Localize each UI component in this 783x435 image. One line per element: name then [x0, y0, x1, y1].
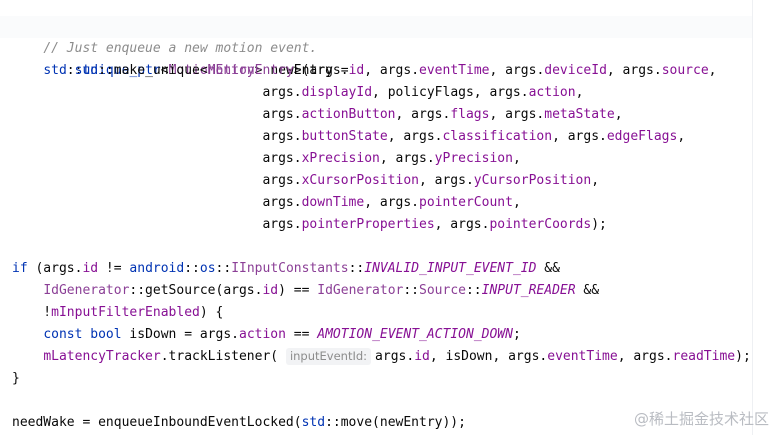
token: action [528, 85, 576, 100]
token: yPrecision [434, 151, 513, 166]
parameter-hint: inputEventId: [285, 348, 372, 365]
token: xPrecision [301, 151, 380, 166]
token: bool [90, 327, 122, 342]
code-editor[interactable]: // Just enqueue a new motion event. std:… [0, 0, 783, 435]
code-line-2: std::unique_ptr<MotionEntry> newEntry = [12, 38, 348, 78]
token: downTime [301, 195, 365, 210]
token: yCursorPosition [473, 173, 592, 188]
token: std [301, 415, 326, 430]
code-line-6: args.buttonState, args.classification, a… [12, 129, 686, 144]
token: pointerCoords [489, 217, 592, 232]
code-line-10: args.pointerProperties, args.pointerCoor… [12, 217, 607, 232]
token: mInputFilterEnabled [51, 305, 200, 320]
token: if [12, 261, 28, 276]
token: displayId [301, 85, 373, 100]
code-line-1: // Just enqueue a new motion event. [12, 16, 317, 56]
token: readTime [672, 349, 736, 364]
code-line-16: mLatencyTracker.trackListener( inputEven… [43, 348, 751, 365]
token: INVALID_INPUT_EVENT_ID [364, 261, 537, 276]
token: eventTime [419, 63, 490, 78]
code-line-19: needWake = enqueueInboundEventLocked(std… [12, 415, 466, 430]
token: metaState [544, 107, 615, 122]
code-line-3: std::make_unique<MotionEntry>(args.id, a… [74, 63, 717, 78]
token: pointerProperties [301, 217, 435, 232]
token: actionButton [301, 107, 396, 122]
code-line-13: IdGenerator::getSource(args.id) == IdGen… [43, 283, 600, 298]
token: buttonState [301, 129, 388, 144]
code-line-14: !mInputFilterEnabled) { [12, 305, 224, 320]
token: action [239, 327, 286, 342]
right-margin-guide [752, 0, 753, 435]
code-line-17: } [12, 371, 20, 386]
token: xCursorPosition [301, 173, 419, 188]
token: source [661, 63, 709, 78]
token: deviceId [544, 63, 607, 78]
token: id [348, 63, 365, 78]
token: id [414, 349, 430, 364]
code-line-7: args.xPrecision, args.yPrecision, [12, 151, 521, 166]
code-line-4: args.displayId, policyFlags, args.action… [12, 85, 584, 100]
token: pointerCount [419, 195, 513, 210]
code-line-9: args.downTime, args.pointerCount, [12, 195, 521, 210]
token: id [262, 283, 279, 298]
token: mLatencyTracker [43, 349, 161, 364]
code-line-5: args.actionButton, args.flags, args.meta… [12, 107, 623, 122]
code-line-8: args.xCursorPosition, args.yCursorPositi… [12, 173, 600, 188]
token: INPUT_READER [481, 283, 576, 298]
code-line-15: const bool isDown = args.action == AMOTI… [43, 327, 521, 342]
token: id [82, 261, 99, 276]
token: Source [419, 283, 466, 298]
token: edgeFlags [606, 129, 678, 144]
token: android [129, 261, 185, 276]
token: const [43, 327, 83, 342]
token: IInputConstants [231, 261, 349, 276]
token: MotionEntry [207, 63, 294, 78]
token: os [199, 261, 216, 276]
token: IdGenerator [317, 283, 404, 298]
token: eventTime [547, 349, 618, 364]
code-line-12: if (args.id != android::os::IInputConsta… [12, 261, 560, 276]
watermark: @稀土掘金技术社区 [633, 410, 769, 428]
token: IdGenerator [43, 283, 130, 298]
token: classification [442, 129, 553, 144]
token: std [74, 63, 99, 78]
token: flags [450, 107, 490, 122]
token: AMOTION_EVENT_ACTION_DOWN [317, 327, 513, 342]
